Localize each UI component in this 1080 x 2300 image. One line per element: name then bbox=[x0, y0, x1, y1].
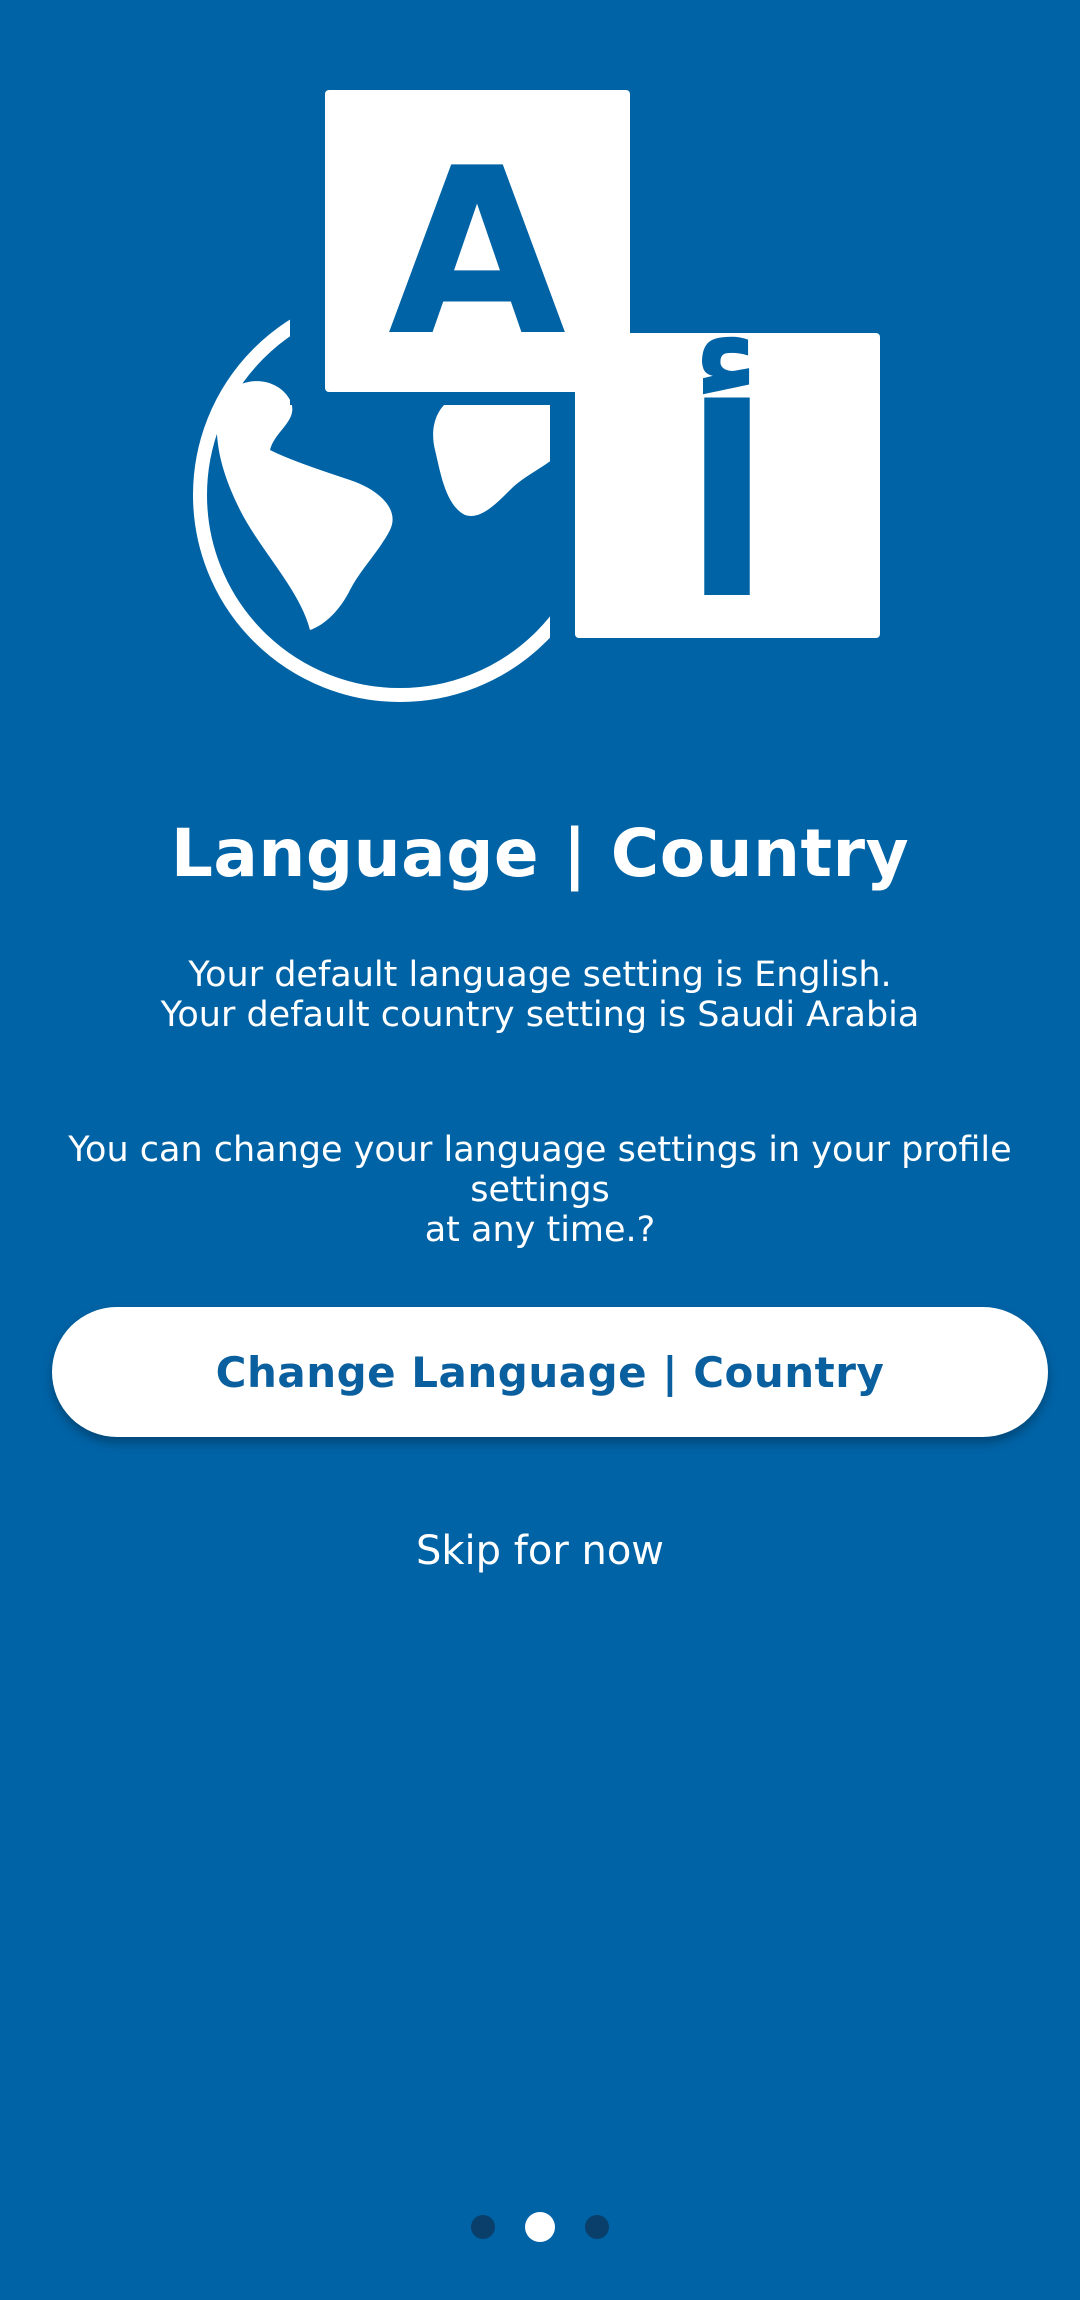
change-hint-line-1: You can change your language settings in… bbox=[68, 1130, 1012, 1210]
page-title: Language | Country bbox=[170, 815, 910, 892]
page-indicator-dot-1[interactable] bbox=[471, 2215, 495, 2239]
skip-for-now-link[interactable]: Skip for now bbox=[0, 1528, 1080, 1574]
default-language-text: Your default language setting is English… bbox=[188, 955, 892, 995]
page-indicator-dot-2-active[interactable] bbox=[525, 2212, 555, 2242]
default-country-text: Your default country setting is Saudi Ar… bbox=[160, 995, 920, 1035]
globe-language-icon: A أ bbox=[193, 70, 880, 702]
onboarding-screen: A أ Language | Country Your default lang… bbox=[0, 0, 1080, 2300]
page-indicator bbox=[0, 2212, 1080, 2242]
language-globe-illustration: A أ bbox=[150, 70, 910, 740]
latin-letter: A bbox=[388, 120, 566, 387]
arabic-letter: أ bbox=[682, 335, 771, 657]
default-settings-info: Your default language setting is English… bbox=[40, 955, 1040, 1035]
page-indicator-dot-3[interactable] bbox=[585, 2215, 609, 2239]
change-hint-line-2: at any time.? bbox=[424, 1210, 656, 1250]
change-settings-hint: You can change your language settings in… bbox=[40, 1130, 1040, 1250]
globe-continent-west bbox=[216, 381, 393, 630]
change-language-country-button-label: Change Language | Country bbox=[215, 1347, 885, 1397]
change-language-country-button[interactable]: Change Language | Country bbox=[52, 1307, 1048, 1437]
